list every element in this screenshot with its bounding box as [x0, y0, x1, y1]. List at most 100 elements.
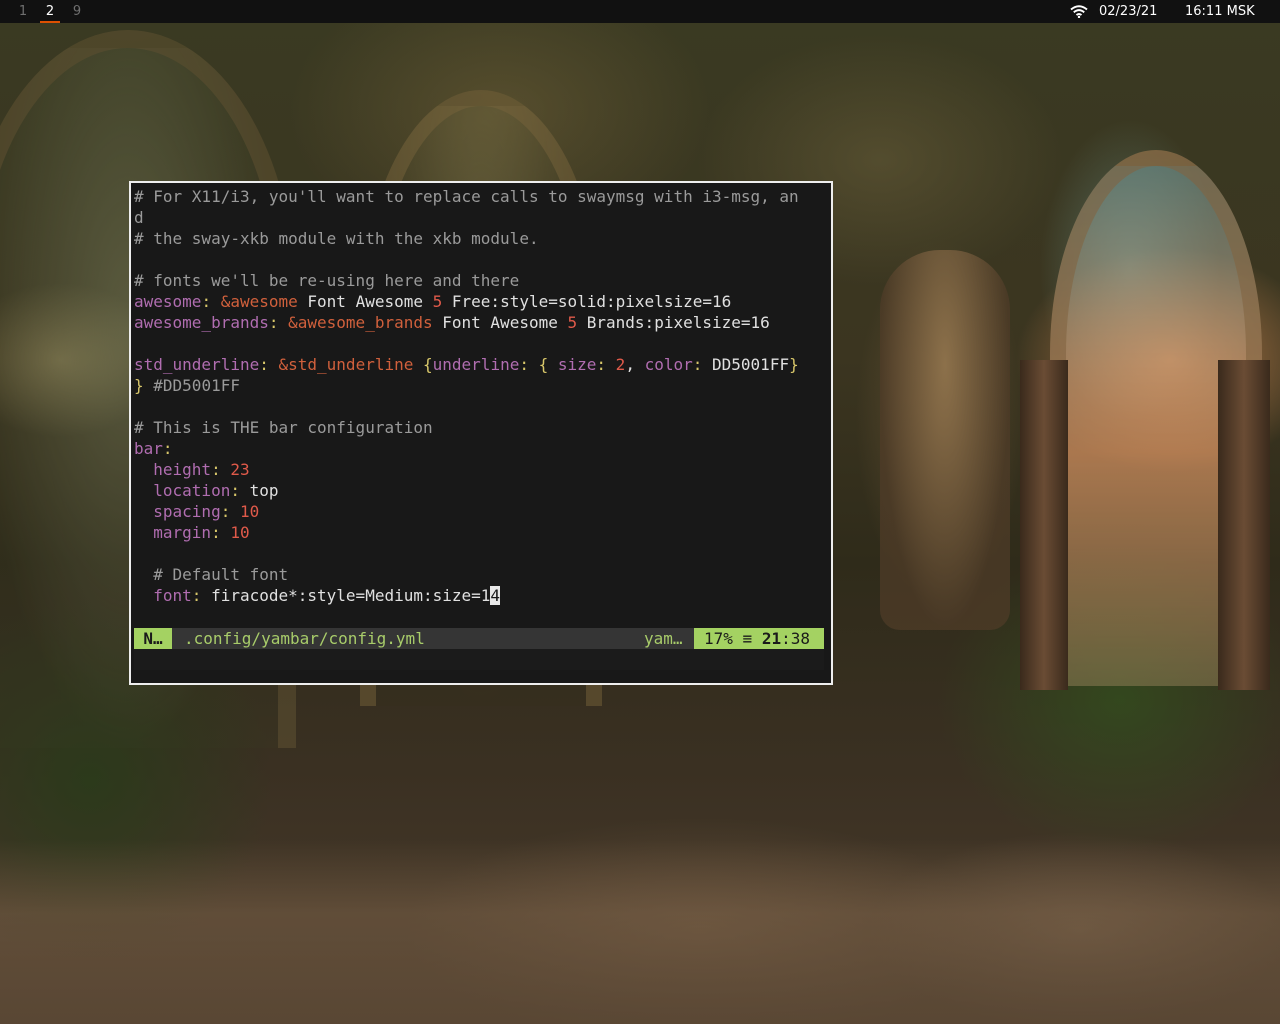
code-token: 2 — [615, 355, 626, 374]
wallpaper-statue — [880, 250, 1010, 630]
file-path: .config/yambar/config.yml — [184, 629, 425, 648]
code-token: 10 — [230, 523, 250, 542]
desktop: 1 2 9 02/23/21 16:11 MSK # For X11/i3, y… — [0, 0, 1280, 1024]
code-token: } — [789, 355, 799, 374]
code-token: awesome_brands — [134, 313, 269, 332]
code-token: &awesome_brands — [288, 313, 433, 332]
code-token: bar — [134, 439, 163, 458]
code-line: awesome: &awesome Font Awesome 5 Free:st… — [134, 291, 828, 312]
vim-command-line[interactable] — [134, 649, 824, 670]
code-token: size — [557, 355, 597, 374]
code-token: color — [644, 355, 693, 374]
code-token: height — [153, 460, 212, 479]
wallpaper-pillar — [1020, 360, 1068, 690]
terminal-window[interactable]: # For X11/i3, you'll want to replace cal… — [129, 181, 833, 685]
code-token: # For X11/i3, you'll want to replace cal… — [134, 187, 799, 206]
code-token: : — [211, 460, 231, 479]
code-token: : { — [519, 355, 558, 374]
code-token: : — [268, 313, 289, 332]
code-token: Font Awesome — [297, 292, 433, 311]
code-token: } — [134, 376, 144, 395]
code-token: : — [191, 586, 212, 605]
code-token: margin — [153, 523, 212, 542]
code-token: location — [153, 481, 231, 500]
code-token: underline — [432, 355, 520, 374]
code-line: awesome_brands: &awesome_brands Font Awe… — [134, 312, 828, 333]
code-token: : — [220, 502, 240, 521]
wallpaper-floor — [0, 840, 1280, 1024]
code-token: 10 — [239, 502, 260, 521]
code-token: spacing — [153, 502, 221, 521]
code-token: #DD5001FF — [143, 376, 240, 395]
code-token: DD5001FF — [712, 355, 790, 374]
date-text: 02/23/21 — [1099, 4, 1158, 19]
workspace-9-button[interactable]: 9 — [67, 0, 87, 23]
code-token: Free:style=solid:pixelsize=16 — [442, 292, 732, 311]
code-token: # This is THE bar configuration — [134, 418, 433, 437]
workspace-1-button[interactable]: 1 — [13, 0, 33, 23]
code-token: &std_underline — [278, 355, 414, 374]
code-token: : — [211, 523, 231, 542]
code-line: # the sway-xkb module with the xkb modul… — [134, 228, 828, 249]
code-line: std_underline: &std_underline {underline… — [134, 354, 828, 375]
code-token: , — [625, 355, 645, 374]
code-line: height: 23 — [134, 459, 828, 480]
code-token: top — [249, 481, 279, 500]
code-token: Brands:pixelsize=16 — [577, 313, 770, 332]
code-token: 23 — [230, 460, 250, 479]
text-cursor: 4 — [490, 586, 501, 605]
code-token: # Default font — [134, 565, 289, 584]
code-token: : — [259, 355, 279, 374]
filetype-indicator: yam… — [644, 629, 683, 648]
code-token: # fonts we'll be re-using here and there — [134, 271, 520, 290]
code-token: : — [162, 439, 173, 458]
code-line: location: top — [134, 480, 828, 501]
code-token: 5 — [432, 292, 443, 311]
column-number: :38 — [781, 629, 810, 648]
workspace-2-button[interactable]: 2 — [40, 0, 60, 23]
code-line: # For X11/i3, you'll want to replace cal… — [134, 186, 828, 207]
code-line: spacing: 10 — [134, 501, 828, 522]
code-token: &awesome — [220, 292, 298, 311]
code-token: d — [134, 208, 144, 227]
code-token: : — [596, 355, 616, 374]
code-line: # This is THE bar configuration — [134, 417, 828, 438]
status-bar: 1 2 9 02/23/21 16:11 MSK — [0, 0, 1280, 23]
wifi-icon[interactable] — [1070, 5, 1088, 18]
code-token: : — [201, 292, 221, 311]
vim-statusline: N… .config/yambar/config.yml yam… 17% ≡ … — [134, 628, 824, 649]
code-line: # Default font — [134, 564, 828, 585]
code-token: # the sway-xkb module with the xkb modul… — [134, 229, 539, 248]
code-token: : — [230, 481, 250, 500]
code-line: # fonts we'll be re-using here and there — [134, 270, 828, 291]
clock-text: 16:11 MSK — [1185, 4, 1255, 19]
cursor-position: 17% ≡ 21:38 — [694, 628, 824, 649]
editor-buffer[interactable]: # For X11/i3, you'll want to replace cal… — [134, 186, 828, 606]
wallpaper-pillar — [1218, 360, 1270, 690]
code-line: margin: 10 — [134, 522, 828, 543]
code-token: { — [423, 355, 433, 374]
code-token: std_underline — [134, 355, 260, 374]
code-line: font: firacode*:style=Medium:size=14 — [134, 585, 828, 606]
code-token: Font Awesome — [432, 313, 568, 332]
code-token: 5 — [567, 313, 578, 332]
scroll-percent: 17% — [704, 629, 733, 648]
code-line: bar: — [134, 438, 828, 459]
code-token: font — [153, 586, 192, 605]
code-token: firacode*:style=Medium:size=1 — [211, 586, 491, 605]
code-token: awesome — [134, 292, 202, 311]
lines-icon: ≡ — [742, 629, 753, 648]
code-line: d — [134, 207, 828, 228]
mode-indicator: N… — [134, 628, 172, 649]
code-token: : — [692, 355, 713, 374]
